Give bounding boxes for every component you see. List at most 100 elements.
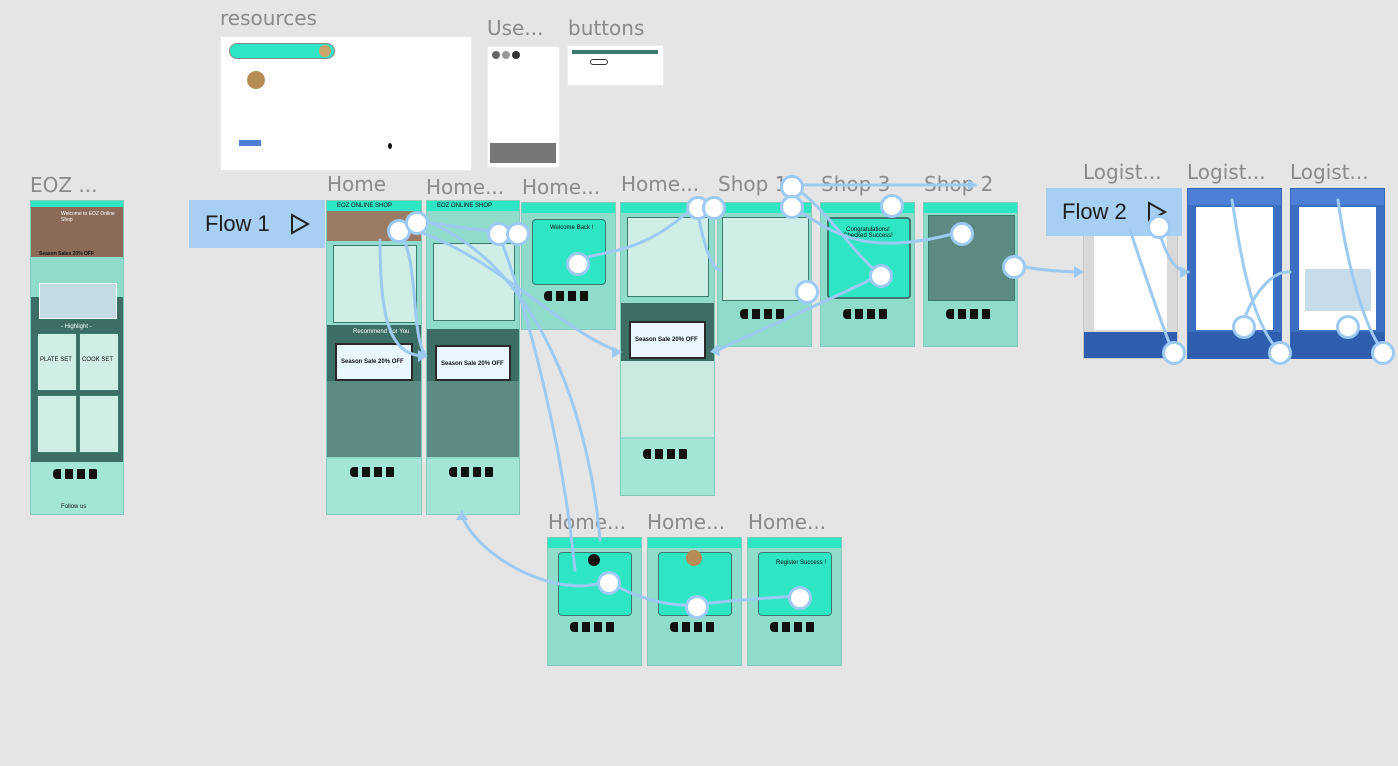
- frame-title-resources[interactable]: resources: [220, 6, 317, 30]
- camel-logo: [740, 309, 787, 319]
- hotspot-home-b3[interactable]: [788, 586, 812, 610]
- screen-shop-3[interactable]: Congratulations! Checked Success!: [820, 202, 915, 347]
- screen-eoz-landing[interactable]: Welcome to EOZ Online Shop Season Sales …: [30, 200, 124, 515]
- promo-text: Season Sale 20% OFF: [635, 337, 698, 343]
- shop-name: EOZ ONLINE SHOP: [337, 203, 393, 209]
- hotspot-shop2-2[interactable]: [1002, 255, 1026, 279]
- hotspot-logistics1-1[interactable]: [1147, 215, 1171, 239]
- hotspot-home-b2[interactable]: [685, 595, 709, 619]
- user-avatar-1: [492, 51, 500, 59]
- logistics-footer: [1188, 332, 1281, 358]
- recommend-label: Recommend For You: [353, 329, 410, 335]
- hotspot-logistics2-2[interactable]: [1268, 341, 1292, 365]
- screen-home-4[interactable]: Season Sale 20% OFF: [620, 202, 715, 496]
- camel-logo: [53, 469, 100, 479]
- frame-title-home-b1[interactable]: Home...: [548, 510, 626, 534]
- flow-2-label: Flow 2: [1062, 199, 1127, 224]
- header-bar: [924, 203, 1017, 213]
- frame-title-shop-1[interactable]: Shop 1: [718, 172, 787, 196]
- product-card-3[interactable]: [37, 395, 77, 453]
- camel-logo: [770, 622, 817, 632]
- frame-title-logistics-2[interactable]: Logist...: [1187, 160, 1266, 184]
- hotspot-home3[interactable]: [566, 252, 590, 276]
- hotspot-logistics1-2[interactable]: [1162, 341, 1186, 365]
- flow-1-start[interactable]: Flow 1: [189, 200, 325, 248]
- header-bar: [522, 203, 615, 213]
- hotspot-shop1-2[interactable]: [780, 195, 804, 219]
- hotspot-shop3-1[interactable]: [880, 194, 904, 218]
- frame-title-users[interactable]: Use...: [487, 16, 543, 40]
- camel-logo: [570, 622, 617, 632]
- frame-title-shop-3[interactable]: Shop 3: [821, 172, 890, 196]
- resources-button-sample: [239, 140, 261, 146]
- recommend-grid: [621, 361, 714, 437]
- screen-home[interactable]: EOZ ONLINE SHOP Recommend For You Season…: [326, 200, 422, 515]
- welcome-text: Welcome to EOZ Online Shop: [61, 211, 115, 223]
- button-sample-bar: [572, 50, 658, 54]
- hotspot-shop1-3[interactable]: [795, 280, 819, 304]
- frame-title-buttons[interactable]: buttons: [568, 16, 644, 40]
- highlight-label: - Highlight -: [61, 324, 92, 330]
- resources-avatar-large: [247, 71, 265, 89]
- users-frame[interactable]: [487, 46, 560, 168]
- frame-title-shop-2[interactable]: Shop 2: [924, 172, 993, 196]
- frame-title-home-4[interactable]: Home...: [621, 172, 699, 196]
- promo-text: Season Sale 20% OFF: [341, 359, 404, 365]
- shop-name: EOZ ONLINE SHOP: [437, 203, 493, 209]
- frame-title-home-b3[interactable]: Home...: [748, 510, 826, 534]
- hotspot-home4-2[interactable]: [702, 196, 726, 220]
- hotspot-home-b1[interactable]: [597, 571, 621, 595]
- hotspot-shop2-1[interactable]: [950, 222, 974, 246]
- season-sales-text: Season Sales 20% OFF: [39, 251, 95, 257]
- user-avatar-2: [502, 51, 510, 59]
- header-bar: [648, 538, 741, 548]
- user-avatar-3: [512, 51, 520, 59]
- user-photo-strip: [490, 143, 556, 163]
- frame-title-logistics-3[interactable]: Logist...: [1290, 160, 1369, 184]
- hotspot-logistics3-1[interactable]: [1336, 315, 1360, 339]
- recommend-grid: [427, 381, 519, 457]
- user-icon: [588, 554, 600, 566]
- buttons-frame[interactable]: [567, 45, 664, 86]
- camel-logo: [349, 467, 397, 477]
- screen-home-b1[interactable]: [547, 537, 642, 666]
- camel-logo: [544, 291, 591, 301]
- logistics-nav: [1291, 189, 1384, 205]
- hotspot-logistics2-1[interactable]: [1232, 315, 1256, 339]
- logistics-map: [1305, 269, 1371, 311]
- frame-title-logistics-1[interactable]: Logist...: [1083, 160, 1162, 184]
- resources-frame[interactable]: [220, 36, 472, 171]
- camel-logo: [946, 309, 993, 319]
- frame-title-home-2[interactable]: Home...: [426, 175, 504, 199]
- product-grid: [433, 243, 515, 321]
- frame-title-eoz[interactable]: EOZ ...: [30, 173, 98, 197]
- product-grid: [627, 217, 709, 297]
- footer: [621, 439, 714, 495]
- screen-shop-1[interactable]: [717, 202, 812, 347]
- header-bar: [748, 538, 841, 548]
- product-grid: [333, 245, 417, 323]
- resources-pin-icon: [388, 143, 392, 149]
- resources-avatar: [319, 45, 331, 57]
- welcome-back-text: Welcome Back !: [550, 225, 594, 231]
- promo-text: Season Sale 20% OFF: [441, 361, 504, 367]
- hotspot-shop3-2[interactable]: [869, 264, 893, 288]
- hotspot-home2-2[interactable]: [506, 222, 530, 246]
- cook-set-label: COOK SET: [82, 357, 114, 363]
- product-card-4[interactable]: [79, 395, 119, 453]
- screen-home-2[interactable]: EOZ ONLINE SHOP Season Sale 20% OFF: [426, 200, 520, 515]
- sale-preview: [39, 283, 117, 319]
- frame-title-home-3[interactable]: Home...: [522, 175, 600, 199]
- camel-logo: [449, 467, 496, 477]
- hotspot-home-2[interactable]: [405, 211, 429, 235]
- frame-title-home[interactable]: Home: [327, 172, 386, 196]
- header-bar: [548, 538, 641, 548]
- hotspot-logistics3-2[interactable]: [1371, 341, 1395, 365]
- plate-set-label: PLATE SET: [40, 357, 72, 363]
- flow-1-label: Flow 1: [205, 211, 270, 236]
- play-icon[interactable]: [289, 212, 311, 236]
- logistics-nav: [1188, 189, 1281, 205]
- follow-us-text: Follow us: [61, 504, 87, 510]
- frame-title-home-b2[interactable]: Home...: [647, 510, 725, 534]
- recommend-grid: [327, 381, 421, 457]
